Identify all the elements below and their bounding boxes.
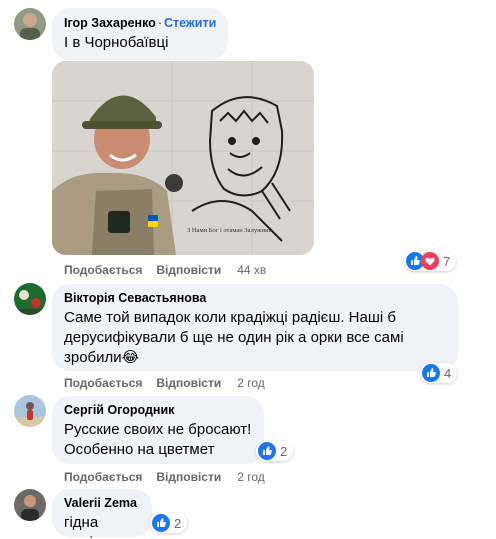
avatar[interactable] [14,395,46,427]
reaction-summary[interactable]: 4 [420,363,458,383]
reaction-count: 2 [174,515,182,531]
comment-text: І в Чорнобаївці [64,34,169,51]
comment-text-line: Саме той випадок коли крадіжці радієш. Н… [64,309,396,326]
timestamp[interactable]: 44 хв [237,263,266,277]
reaction-count: 4 [444,365,452,381]
reply-button[interactable]: Відповісти [156,263,221,277]
reaction-count: 7 [443,253,451,269]
like-reaction-icon [152,514,170,532]
comment-actions: Подобається Відповісти 2 год [64,470,279,484]
comment-author[interactable]: Сергій Огородник [64,402,252,418]
separator-dot: · [157,16,162,30]
reply-button[interactable]: Відповісти [156,470,221,484]
reaction-summary[interactable]: 7 [404,251,457,271]
avatar[interactable] [14,489,46,521]
comment-bubble: Сергій Огородник Русские своих не бросаю… [52,396,264,464]
timestamp[interactable]: 2 год [237,470,265,484]
comment-bubble: Valerii Zema гідна заміна [52,489,152,539]
reply-button[interactable]: Відповісти [156,376,221,390]
comment-actions: Подобається Відповісти 2 год [64,376,279,390]
comment-actions: Подобається Відповісти 44 хв [64,263,280,277]
reaction-count: 2 [280,443,288,459]
comment-text: гідна заміна [64,514,110,539]
like-button[interactable]: Подобається [64,470,142,484]
avatar[interactable] [14,8,46,40]
comment-image[interactable]: З Нами Бог і отаман Залужний [52,61,314,255]
like-button[interactable]: Подобається [64,263,142,277]
comment-author[interactable]: Ігор Захаренко [64,16,156,30]
comment-text-line: Особенно на цветмет [64,441,215,458]
like-reaction-icon [422,364,440,382]
reaction-summary[interactable]: 2 [150,513,188,533]
like-button[interactable]: Подобається [64,376,142,390]
like-reaction-icon [258,442,276,460]
image-caption: З Нами Бог і отаман Залужний [187,227,272,234]
comment-text-line: Русские своих не бросают! [64,421,252,438]
comment-bubble: Вікторія Севастьянова Саме той випадок к… [52,284,458,371]
comment-author[interactable]: Valerii Zema [64,495,140,511]
love-reaction-icon [421,252,439,270]
avatar[interactable] [14,283,46,315]
comment-author[interactable]: Вікторія Севастьянова [64,290,446,306]
timestamp[interactable]: 2 год [237,376,265,390]
reaction-summary[interactable]: 2 [256,441,294,461]
comment-text-line: зробили😂 [64,349,140,366]
comment-text-line: дерусифікували б ще не один рік а орки в… [64,329,404,346]
follow-button[interactable]: Стежити [164,16,216,30]
comment-bubble: Ігор Захаренко · Стежити І в Чорнобаївці [52,8,228,60]
